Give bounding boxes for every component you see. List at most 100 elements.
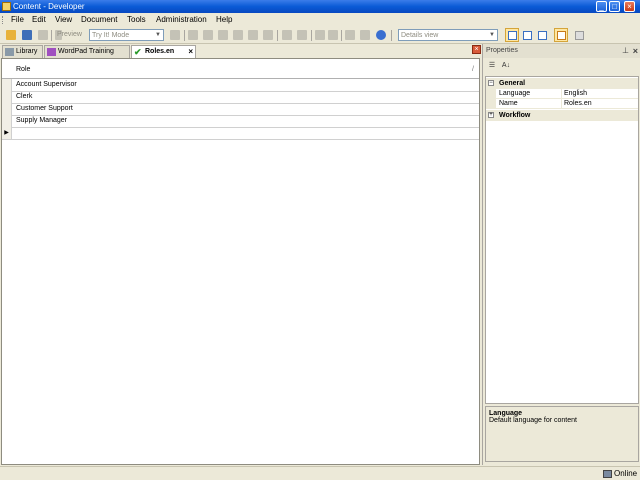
chevron-down-icon: ▼ bbox=[155, 32, 161, 38]
menu-tools[interactable]: Tools bbox=[127, 15, 146, 24]
category-label: General bbox=[499, 80, 526, 87]
undo-icon[interactable] bbox=[282, 30, 292, 40]
save-icon[interactable] bbox=[22, 30, 32, 40]
toolbar: Preview Try It! Mode ▼ Details view ▼ bbox=[0, 27, 640, 44]
properties-panel-icon bbox=[557, 31, 566, 40]
app-icon bbox=[2, 2, 11, 11]
maximize-button[interactable]: □ bbox=[609, 1, 620, 12]
role-cell[interactable]: Customer Support bbox=[16, 103, 73, 115]
new-folder-icon[interactable] bbox=[6, 30, 16, 40]
property-value[interactable]: Roles.en bbox=[561, 99, 592, 109]
document-tabs: Library WordPad Training ✔ Roles.en × bbox=[0, 44, 482, 59]
new-row-marker-icon: ▶ bbox=[2, 127, 12, 139]
tab-label: WordPad Training bbox=[58, 48, 114, 55]
toolbar-separator bbox=[277, 30, 278, 41]
menu-file[interactable]: File bbox=[11, 15, 24, 24]
property-name: Name bbox=[499, 100, 518, 107]
collapse-icon[interactable]: − bbox=[488, 80, 494, 86]
menu-bar: File Edit View Document Tools Administra… bbox=[0, 13, 640, 27]
menu-view[interactable]: View bbox=[55, 15, 72, 24]
copy-icon[interactable] bbox=[203, 30, 213, 40]
properties-panel: Properties ⊥ × ☰ A↓ − General Language E… bbox=[482, 44, 640, 465]
new-row[interactable]: ▶ bbox=[2, 127, 479, 140]
layout-single-button[interactable] bbox=[505, 28, 519, 42]
tab-library[interactable]: Library bbox=[2, 45, 43, 58]
alphabetical-sort-icon[interactable]: A↓ bbox=[500, 60, 512, 72]
preview-button[interactable]: Preview bbox=[57, 31, 82, 38]
tab-wordpad-training[interactable]: WordPad Training bbox=[44, 45, 130, 58]
toolbar-separator bbox=[311, 30, 312, 41]
description-text: Default language for content bbox=[489, 417, 577, 424]
toolbar-separator bbox=[184, 30, 185, 41]
close-document-button[interactable]: × bbox=[472, 45, 481, 54]
link-icon[interactable] bbox=[263, 30, 273, 40]
close-tab-button[interactable]: × bbox=[188, 46, 193, 58]
minimize-button[interactable]: _ bbox=[596, 1, 607, 12]
roles-check-icon: ✔ bbox=[134, 47, 142, 57]
property-description: Language Default language for content bbox=[485, 406, 639, 462]
view-select[interactable]: Details view ▼ bbox=[398, 29, 498, 41]
category-workflow[interactable]: + Workflow bbox=[486, 110, 638, 121]
layout-vertical-button[interactable] bbox=[535, 28, 549, 42]
cut-icon[interactable] bbox=[188, 30, 198, 40]
delete-icon[interactable] bbox=[170, 30, 180, 40]
mode-select-value: Try It! Mode bbox=[92, 32, 130, 39]
category-general[interactable]: − General bbox=[486, 78, 638, 89]
menu-edit[interactable]: Edit bbox=[32, 15, 46, 24]
library-icon bbox=[5, 48, 14, 56]
print-icon[interactable] bbox=[38, 30, 48, 40]
close-properties-button[interactable]: × bbox=[633, 44, 638, 58]
properties-icon[interactable] bbox=[248, 30, 258, 40]
property-value[interactable]: English bbox=[561, 89, 587, 99]
chevron-down-icon: ▼ bbox=[489, 32, 495, 38]
row-header[interactable] bbox=[2, 103, 12, 115]
menu-administration[interactable]: Administration bbox=[156, 15, 207, 24]
tab-roles-en[interactable]: ✔ Roles.en × bbox=[131, 45, 196, 59]
properties-header: Properties ⊥ × bbox=[483, 44, 640, 58]
window-title: Content - Developer bbox=[13, 2, 85, 11]
categorized-view-icon[interactable]: ☰ bbox=[486, 60, 498, 72]
filter-icon[interactable] bbox=[360, 30, 370, 40]
role-cell[interactable]: Account Supervisor bbox=[16, 79, 77, 91]
layout-vertical-icon bbox=[538, 31, 547, 40]
menu-document[interactable]: Document bbox=[81, 15, 117, 24]
toggle-properties-button[interactable] bbox=[554, 28, 568, 42]
paste-icon[interactable] bbox=[218, 30, 228, 40]
row-header[interactable] bbox=[2, 91, 12, 103]
wordpad-icon bbox=[47, 48, 56, 56]
property-row-language[interactable]: Language English bbox=[486, 89, 638, 99]
connection-status: Online bbox=[614, 469, 638, 478]
grid-header: Role / bbox=[2, 61, 479, 79]
layout-horizontal-icon bbox=[523, 31, 532, 40]
row-header[interactable] bbox=[2, 115, 12, 127]
find-icon[interactable] bbox=[345, 30, 355, 40]
connection-icon bbox=[603, 470, 612, 478]
tab-label: Roles.en bbox=[145, 48, 175, 55]
view-select-value: Details view bbox=[401, 32, 439, 39]
redo-icon[interactable] bbox=[297, 30, 307, 40]
menu-help[interactable]: Help bbox=[216, 15, 232, 24]
toolbar-separator bbox=[391, 30, 392, 41]
refresh-button[interactable] bbox=[572, 28, 586, 42]
remove-icon[interactable] bbox=[233, 30, 243, 40]
help-icon[interactable] bbox=[376, 30, 386, 40]
row-header[interactable] bbox=[2, 79, 12, 91]
role-cell[interactable]: Supply Manager bbox=[16, 115, 67, 127]
pin-icon[interactable]: ⊥ bbox=[622, 44, 629, 58]
layout-single-icon bbox=[508, 31, 517, 40]
close-window-button[interactable]: × bbox=[624, 1, 635, 12]
sort-indicator-icon: / bbox=[472, 66, 474, 73]
property-name: Language bbox=[499, 90, 531, 97]
insert-row-icon[interactable] bbox=[315, 30, 325, 40]
property-row-name[interactable]: Name Roles.en bbox=[486, 99, 638, 109]
properties-toolbar: ☰ A↓ bbox=[483, 58, 640, 75]
status-bar: Online bbox=[0, 466, 640, 480]
column-header-role[interactable]: Role bbox=[16, 61, 30, 79]
mode-select[interactable]: Try It! Mode ▼ bbox=[89, 29, 164, 41]
role-cell[interactable]: Clerk bbox=[16, 91, 32, 103]
layout-horizontal-button[interactable] bbox=[520, 28, 534, 42]
delete-row-icon[interactable] bbox=[328, 30, 338, 40]
property-grid: − General Language English Name Roles.en… bbox=[485, 76, 639, 404]
refresh-icon bbox=[575, 31, 584, 40]
expand-icon[interactable]: + bbox=[488, 112, 494, 118]
